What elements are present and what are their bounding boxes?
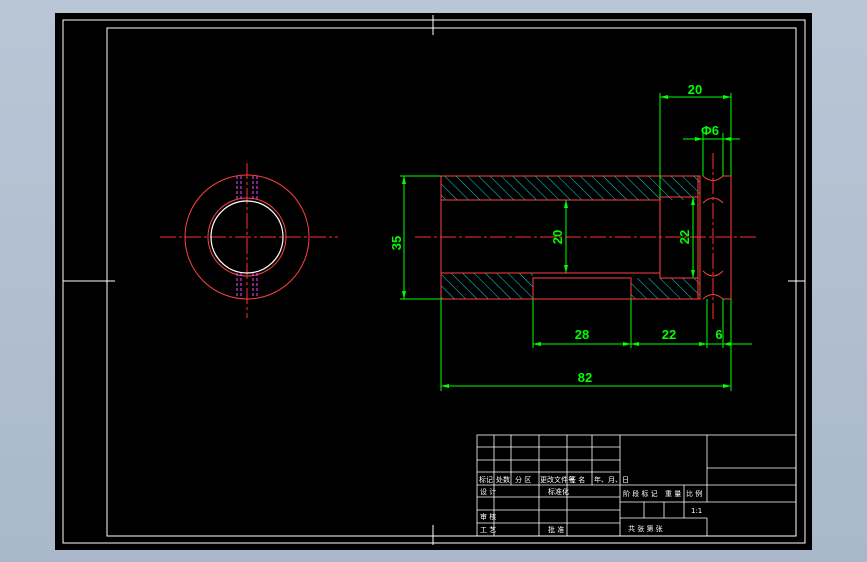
title-block-text: 标记 处数 分 区 更改文件号 签 名 年、月、日 设 计 标准化 审 核 工 … [479,475,702,534]
dim-20-right: 20 [688,82,702,97]
dim-82: 82 [578,370,592,385]
tb-mark: 标记 [479,475,493,484]
tb-standardization: 标准化 [548,487,569,496]
tb-count: 处数 [496,475,510,484]
tb-scale-label: 比 例 [686,489,702,498]
hatch-bottom-wall-left [441,273,533,299]
hatch-bottom-wall-right [631,278,700,299]
dim-20-bore: 20 [550,230,565,244]
cad-viewport[interactable]: 35 20 22 20 Φ6 28 22 6 82 标记 处数 分 区 更改文件 [55,13,812,550]
tb-weight: 重 量 [665,490,681,498]
tb-stage-mark: 阶 段 标 记 [623,489,658,498]
tb-date: 年、月、日 [594,475,629,484]
dim-22-counterbore: 22 [677,230,692,244]
dim-hole-diameter: Φ6 [701,123,719,138]
dim-22: 22 [662,327,676,342]
tb-sheet-info: 共 张 第 张 [628,524,663,533]
tb-approve: 批 准 [548,525,564,534]
title-block [476,434,797,537]
section-view [415,153,757,319]
tb-sign: 签 名 [569,475,585,484]
dim-28: 28 [575,327,589,342]
end-view [160,163,338,318]
dimensions [400,93,752,391]
technical-drawing: 35 20 22 20 Φ6 28 22 6 82 标记 处数 分 区 更改文件 [62,15,806,545]
tb-review: 审 核 [480,512,496,521]
tb-process: 工 艺 [480,526,496,534]
dim-6: 6 [715,327,722,342]
hatch-top-wall [441,176,700,200]
dim-35: 35 [389,236,404,250]
tb-scale-value: 1:1 [691,507,702,515]
tb-designer: 设 计 [480,487,496,496]
slot-outline [532,277,632,300]
tb-zone: 分 区 [515,475,531,484]
